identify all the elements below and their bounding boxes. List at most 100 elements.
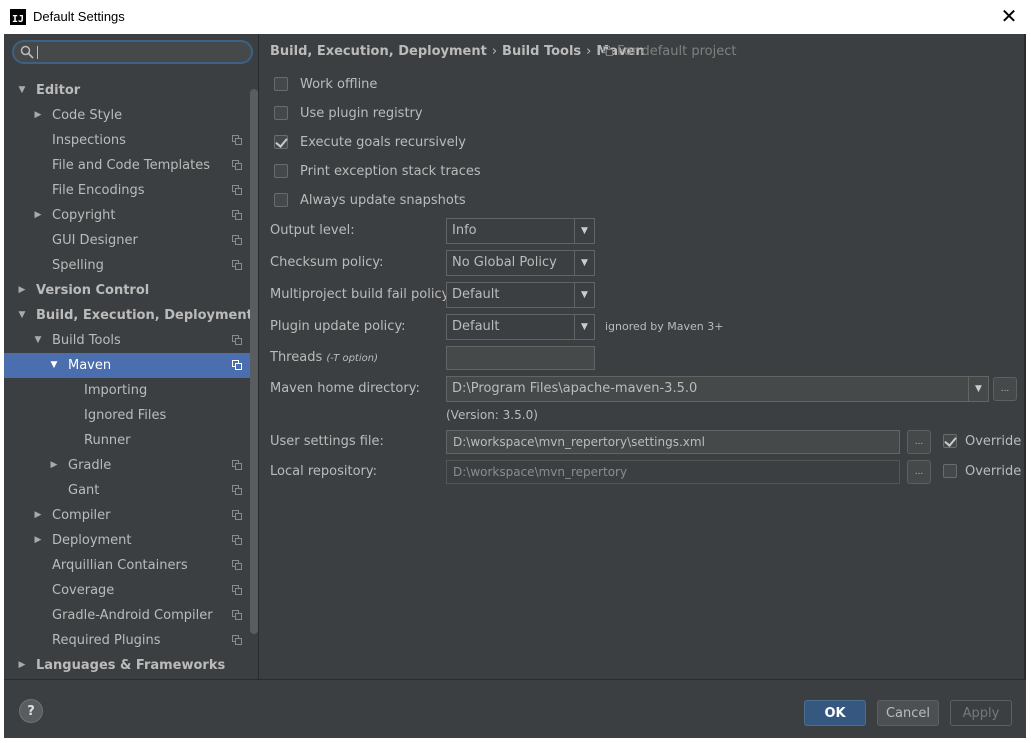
local-repository-browse-button[interactable]: ... [907,460,931,484]
checksum-policy-dropdown[interactable]: No Global Policy ▼ [446,250,595,276]
multiproject-fail-policy-dropdown[interactable]: Default ▼ [446,282,595,308]
tree-item-label: Languages & Frameworks [36,658,226,673]
tree-item-gradle-android-compiler[interactable]: Gradle-Android Compiler [4,603,257,628]
tree-item-build-tools[interactable]: ▼ Build Tools [4,328,257,353]
tree-item-label: Build Tools [52,333,121,348]
tree-item-gant[interactable]: Gant [4,478,257,503]
checkbox-box[interactable] [274,77,288,91]
tree-item-build-execution-deployment[interactable]: ▼ Build, Execution, Deployment [4,303,257,328]
tree-item-compiler[interactable]: ▶ Compiler [4,503,257,528]
multiproject-fail-policy-label: Multiproject build fail policy: [270,287,453,302]
tree-item-importing[interactable]: Importing [4,378,257,403]
maven-home-dropdown[interactable]: D:\Program Files\apache-maven-3.5.0 ▼ [446,376,989,402]
expand-arrow-icon[interactable]: ▼ [16,78,28,103]
user-settings-browse-button[interactable]: ... [907,430,931,454]
checkbox-box[interactable] [274,193,288,207]
tree-item-label: Runner [84,433,131,448]
checkbox-box[interactable] [274,164,288,178]
always-update-snapshots-checkbox[interactable]: Always update snapshots [274,190,466,210]
checkbox-box[interactable] [274,106,288,120]
tree-item-file-encodings[interactable]: File Encodings [4,178,257,203]
tree-item-coverage[interactable]: Coverage [4,578,257,603]
collapse-arrow-icon[interactable]: ▶ [16,278,28,303]
tree-item-label: Build, Execution, Deployment [36,308,253,323]
project-scope-icon [232,135,242,145]
user-settings-override-checkbox[interactable]: Override [943,431,1021,451]
print-exception-stack-traces-checkbox[interactable]: Print exception stack traces [274,161,481,181]
tree-item-file-and-code-templates[interactable]: File and Code Templates [4,153,257,178]
ok-button[interactable]: OK [804,700,866,726]
maven-home-browse-button[interactable]: ... [993,377,1017,401]
local-repository-override-checkbox[interactable]: Override [943,461,1021,481]
collapse-arrow-icon[interactable]: ▶ [32,503,44,528]
local-repository-label: Local repository: [270,464,377,479]
tree-item-gradle[interactable]: ▶ Gradle [4,453,257,478]
settings-sidebar: ▼ Editor ▶ Code Style Inspections File a… [4,34,259,679]
user-settings-input[interactable]: D:\workspace\mvn_repertory\settings.xml [446,430,900,454]
project-scope-icon [232,210,242,220]
tree-item-version-control[interactable]: ▶ Version Control [4,278,257,303]
local-repository-input[interactable]: D:\workspace\mvn_repertory [446,460,900,484]
expand-arrow-icon[interactable]: ▼ [32,328,44,353]
tree-item-label: Arquillian Containers [52,558,188,573]
tree-item-required-plugins[interactable]: Required Plugins [4,628,257,653]
tree-item-copyright[interactable]: ▶ Copyright [4,203,257,228]
tree-item-label: Editor [36,83,81,98]
tree-item-editor[interactable]: ▼ Editor [4,78,257,103]
project-scope-icon [232,235,242,245]
plugin-update-policy-dropdown[interactable]: Default ▼ [446,314,595,340]
sidebar-scrollbar[interactable] [250,89,258,634]
tree-item-ignored-files[interactable]: Ignored Files [4,403,257,428]
tree-item-label: Maven [68,358,112,373]
help-button[interactable]: ? [19,699,43,723]
plugin-update-hint: ignored by Maven 3+ [605,320,724,333]
checkbox-box[interactable] [943,464,957,478]
checkbox-label: Always update snapshots [300,192,466,208]
checkbox-box[interactable] [274,135,288,149]
cancel-button[interactable]: Cancel [877,700,939,726]
window-title: Default Settings [33,9,125,24]
tree-item-label: Spelling [52,258,104,273]
project-scope-icon [232,185,242,195]
checkbox-label: Override [965,463,1022,479]
project-scope-icon [232,560,242,570]
tree-item-code-style[interactable]: ▶ Code Style [4,103,257,128]
checkbox-box[interactable] [943,434,957,448]
close-button[interactable]: ✕ [997,4,1021,28]
execute-goals-recursively-checkbox[interactable]: Execute goals recursively [274,132,466,152]
chevron-down-icon[interactable]: ▼ [574,315,594,339]
collapse-arrow-icon[interactable]: ▶ [32,103,44,128]
tree-item-maven[interactable]: ▼ Maven [4,353,257,378]
collapse-arrow-icon[interactable]: ▶ [32,203,44,228]
collapse-arrow-icon[interactable]: ▶ [16,653,28,678]
tree-item-languages-frameworks[interactable]: ▶ Languages & Frameworks [4,653,257,678]
tree-item-gui-designer[interactable]: GUI Designer [4,228,257,253]
work-offline-checkbox[interactable]: Work offline [274,74,377,94]
chevron-down-icon[interactable]: ▼ [574,251,594,275]
output-level-dropdown[interactable]: Info ▼ [446,218,595,244]
tree-item-runner[interactable]: Runner [4,428,257,453]
dialog-footer: ? OK Cancel Apply [4,679,1026,738]
expand-arrow-icon[interactable]: ▼ [48,353,60,378]
apply-button[interactable]: Apply [950,700,1012,726]
chevron-down-icon[interactable]: ▼ [574,283,594,307]
tree-item-label: Copyright [52,208,116,223]
tree-item-spelling[interactable]: Spelling [4,253,257,278]
tree-item-inspections[interactable]: Inspections [4,128,257,153]
settings-search-input[interactable] [12,40,253,64]
chevron-down-icon[interactable]: ▼ [574,219,594,243]
expand-arrow-icon[interactable]: ▼ [16,303,28,328]
threads-input[interactable] [446,346,595,370]
project-scope-icon [232,535,242,545]
collapse-arrow-icon[interactable]: ▶ [32,528,44,553]
tree-item-deployment[interactable]: ▶ Deployment [4,528,257,553]
tree-item-label: GUI Designer [52,233,138,248]
tree-item-label: Compiler [52,508,111,523]
tree-item-arquillian-containers[interactable]: Arquillian Containers [4,553,257,578]
chevron-down-icon[interactable]: ▼ [968,377,988,401]
project-scope-icon [232,335,242,345]
collapse-arrow-icon[interactable]: ▶ [48,453,60,478]
maven-settings-panel: Build, Execution, Deployment › Build Tools… [260,34,1026,679]
checksum-policy-label: Checksum policy: [270,255,384,270]
use-plugin-registry-checkbox[interactable]: Use plugin registry [274,103,423,123]
